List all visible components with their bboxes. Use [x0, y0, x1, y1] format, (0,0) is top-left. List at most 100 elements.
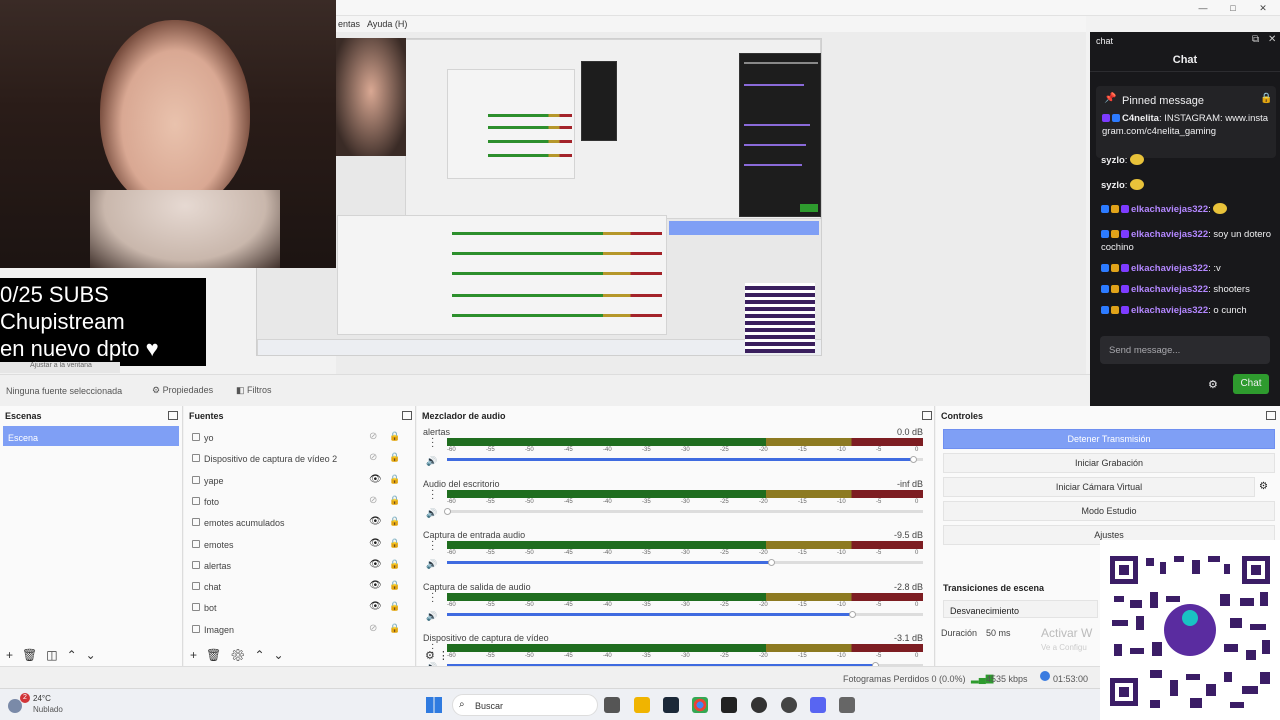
dock-float-icon[interactable] [922, 411, 932, 420]
menu-help[interactable]: Ayuda (H) [367, 19, 407, 29]
remove-scene-icon[interactable]: 🗑 [22, 648, 46, 662]
channel-menu-icon[interactable]: · · · [431, 588, 434, 606]
lock-icon[interactable]: 🔒 [389, 623, 400, 634]
close-chat-icon[interactable]: ✕ [1268, 34, 1276, 45]
add-scene-icon[interactable]: + [6, 648, 22, 662]
maximize-icon[interactable]: □ [1226, 2, 1240, 14]
duration-input[interactable]: 50 ms [986, 628, 1011, 638]
source-row[interactable]: foto ⊘ 🔒 [192, 492, 407, 512]
source-row[interactable]: emotes 👁 🔒 [192, 535, 407, 555]
chat-username[interactable]: syzlo [1101, 180, 1125, 191]
volume-slider[interactable] [447, 456, 923, 463]
filters-button[interactable]: ◧ Filtros [236, 385, 272, 396]
zoom-select[interactable]: Ajustar a la ventana [0, 362, 120, 373]
obs-studio-icon[interactable] [781, 697, 797, 713]
slider-knob[interactable] [767, 559, 775, 566]
slider-knob[interactable] [444, 507, 451, 515]
slider-knob[interactable] [910, 456, 918, 463]
eye-icon[interactable]: 👁 [369, 474, 382, 485]
channel-menu-icon[interactable]: · · · [431, 434, 434, 452]
minimize-icon[interactable]: — [1196, 2, 1210, 14]
chat-settings-icon[interactable]: ⚙ [1208, 378, 1218, 391]
source-row[interactable]: chat 👁 🔒 [192, 577, 407, 597]
add-source-icon[interactable]: + [190, 648, 206, 662]
chat-username[interactable]: elkachaviejas322 [1131, 284, 1208, 295]
eye-icon[interactable]: 👁 [369, 538, 382, 549]
chrome-icon[interactable] [692, 697, 708, 713]
unlock-icon[interactable]: 🔒 [389, 431, 400, 442]
speaker-icon[interactable]: 🔊 [426, 508, 437, 519]
task-view-icon[interactable] [604, 697, 620, 713]
unlock-icon[interactable]: 🔒 [389, 495, 400, 506]
discord-icon[interactable] [810, 697, 826, 713]
chat-send-button[interactable]: Chat [1233, 374, 1269, 394]
eye-off-icon[interactable]: ⊘ [369, 495, 377, 506]
lock-icon[interactable]: 🔒 [389, 601, 400, 612]
obs-icon[interactable] [751, 697, 767, 713]
stop-stream-button[interactable]: Detener Transmisión [943, 429, 1275, 449]
chat-username[interactable]: elkachaviejas322 [1131, 263, 1208, 274]
app-icon[interactable] [721, 697, 737, 713]
channel-menu-icon[interactable]: · · · [431, 537, 434, 555]
properties-button[interactable]: ⚙ Propiedades [152, 385, 213, 396]
unlock-icon[interactable]: 🔒 [389, 474, 400, 485]
source-row[interactable]: bot 👁 🔒 [192, 598, 407, 618]
steam-icon[interactable] [663, 697, 679, 713]
source-row[interactable]: yo ⊘ 🔒 [192, 428, 407, 448]
scene-item[interactable]: Escena [3, 426, 179, 446]
speaker-icon[interactable]: 🔊 [426, 559, 437, 570]
move-down-icon[interactable]: ⌄ [86, 648, 105, 662]
dock-float-icon[interactable] [402, 411, 412, 420]
start-recording-button[interactable]: Iniciar Grabación [943, 453, 1275, 473]
source-row[interactable]: Imagen ⊘ 🔒 [192, 620, 407, 640]
transition-select[interactable]: Desvanecimiento [943, 600, 1098, 618]
unlock-icon[interactable]: 🔒 [389, 452, 400, 463]
eye-off-icon[interactable]: ⊘ [369, 452, 377, 463]
chat-username[interactable]: syzlo [1101, 155, 1125, 166]
unlock-icon[interactable]: 🔒 [389, 580, 400, 591]
source-row[interactable]: emotes acumulados 👁 🔒 [192, 513, 407, 533]
speaker-icon[interactable]: 🔊 [426, 456, 437, 467]
chat-username[interactable]: elkachaviejas322 [1131, 305, 1208, 316]
slider-knob[interactable] [848, 610, 856, 618]
move-up-icon[interactable]: ⌃ [254, 648, 273, 662]
unlock-icon[interactable]: 🔒 [389, 538, 400, 549]
studio-mode-button[interactable]: Modo Estudio [943, 501, 1275, 521]
filter-scene-icon[interactable]: ◫ [46, 648, 66, 662]
chat-username[interactable]: elkachaviejas322 [1131, 229, 1208, 240]
chat-username[interactable]: elkachaviejas322 [1131, 204, 1208, 215]
volume-slider[interactable] [447, 610, 923, 618]
eye-icon[interactable]: 👁 [369, 580, 382, 591]
move-down-icon[interactable]: ⌄ [274, 648, 293, 662]
speaker-icon[interactable]: 🔊 [426, 611, 437, 622]
move-up-icon[interactable]: ⌃ [67, 648, 86, 662]
taskbar-search[interactable]: ⌕ Buscar [452, 694, 598, 716]
eye-icon[interactable]: 👁 [369, 559, 382, 570]
dock-float-icon[interactable] [168, 411, 178, 420]
source-row[interactable]: yape 👁 🔒 [192, 471, 407, 491]
source-row[interactable]: Dispositivo de captura de vídeo 2 ⊘ 🔒 [192, 449, 407, 469]
eye-off-icon[interactable]: ⊘ [369, 431, 377, 442]
file-explorer-icon[interactable] [634, 697, 650, 713]
source-settings-icon[interactable]: ⚙ [230, 648, 254, 662]
menu-tools[interactable]: entas [338, 19, 360, 29]
virtual-camera-button[interactable]: Iniciar Cámara Virtual [943, 477, 1255, 497]
volume-slider[interactable] [444, 507, 923, 515]
close-icon[interactable]: ✕ [1256, 2, 1270, 14]
channel-menu-icon[interactable]: · · · [431, 485, 434, 503]
store-icon[interactable] [839, 697, 855, 713]
windows-start-icon[interactable] [426, 697, 442, 713]
remove-source-icon[interactable]: 🗑 [206, 648, 230, 662]
popout-icon[interactable]: ⧉ [1252, 34, 1259, 45]
volume-slider[interactable] [447, 559, 923, 566]
dock-float-icon[interactable] [1266, 411, 1276, 420]
chat-input[interactable]: Send message... [1100, 336, 1270, 364]
eye-icon[interactable]: 👁 [369, 601, 382, 612]
unlock-icon[interactable]: 🔒 [389, 559, 400, 570]
eye-off-icon[interactable]: ⊘ [369, 623, 377, 634]
pin-lock-icon[interactable]: 🔒 [1260, 93, 1272, 104]
mixer-settings-icon[interactable]: ⚙ ⋮ [425, 649, 449, 662]
unlock-icon[interactable]: 🔒 [389, 516, 400, 527]
source-row[interactable]: alertas 👁 🔒 [192, 556, 407, 576]
eye-icon[interactable]: 👁 [369, 516, 382, 527]
